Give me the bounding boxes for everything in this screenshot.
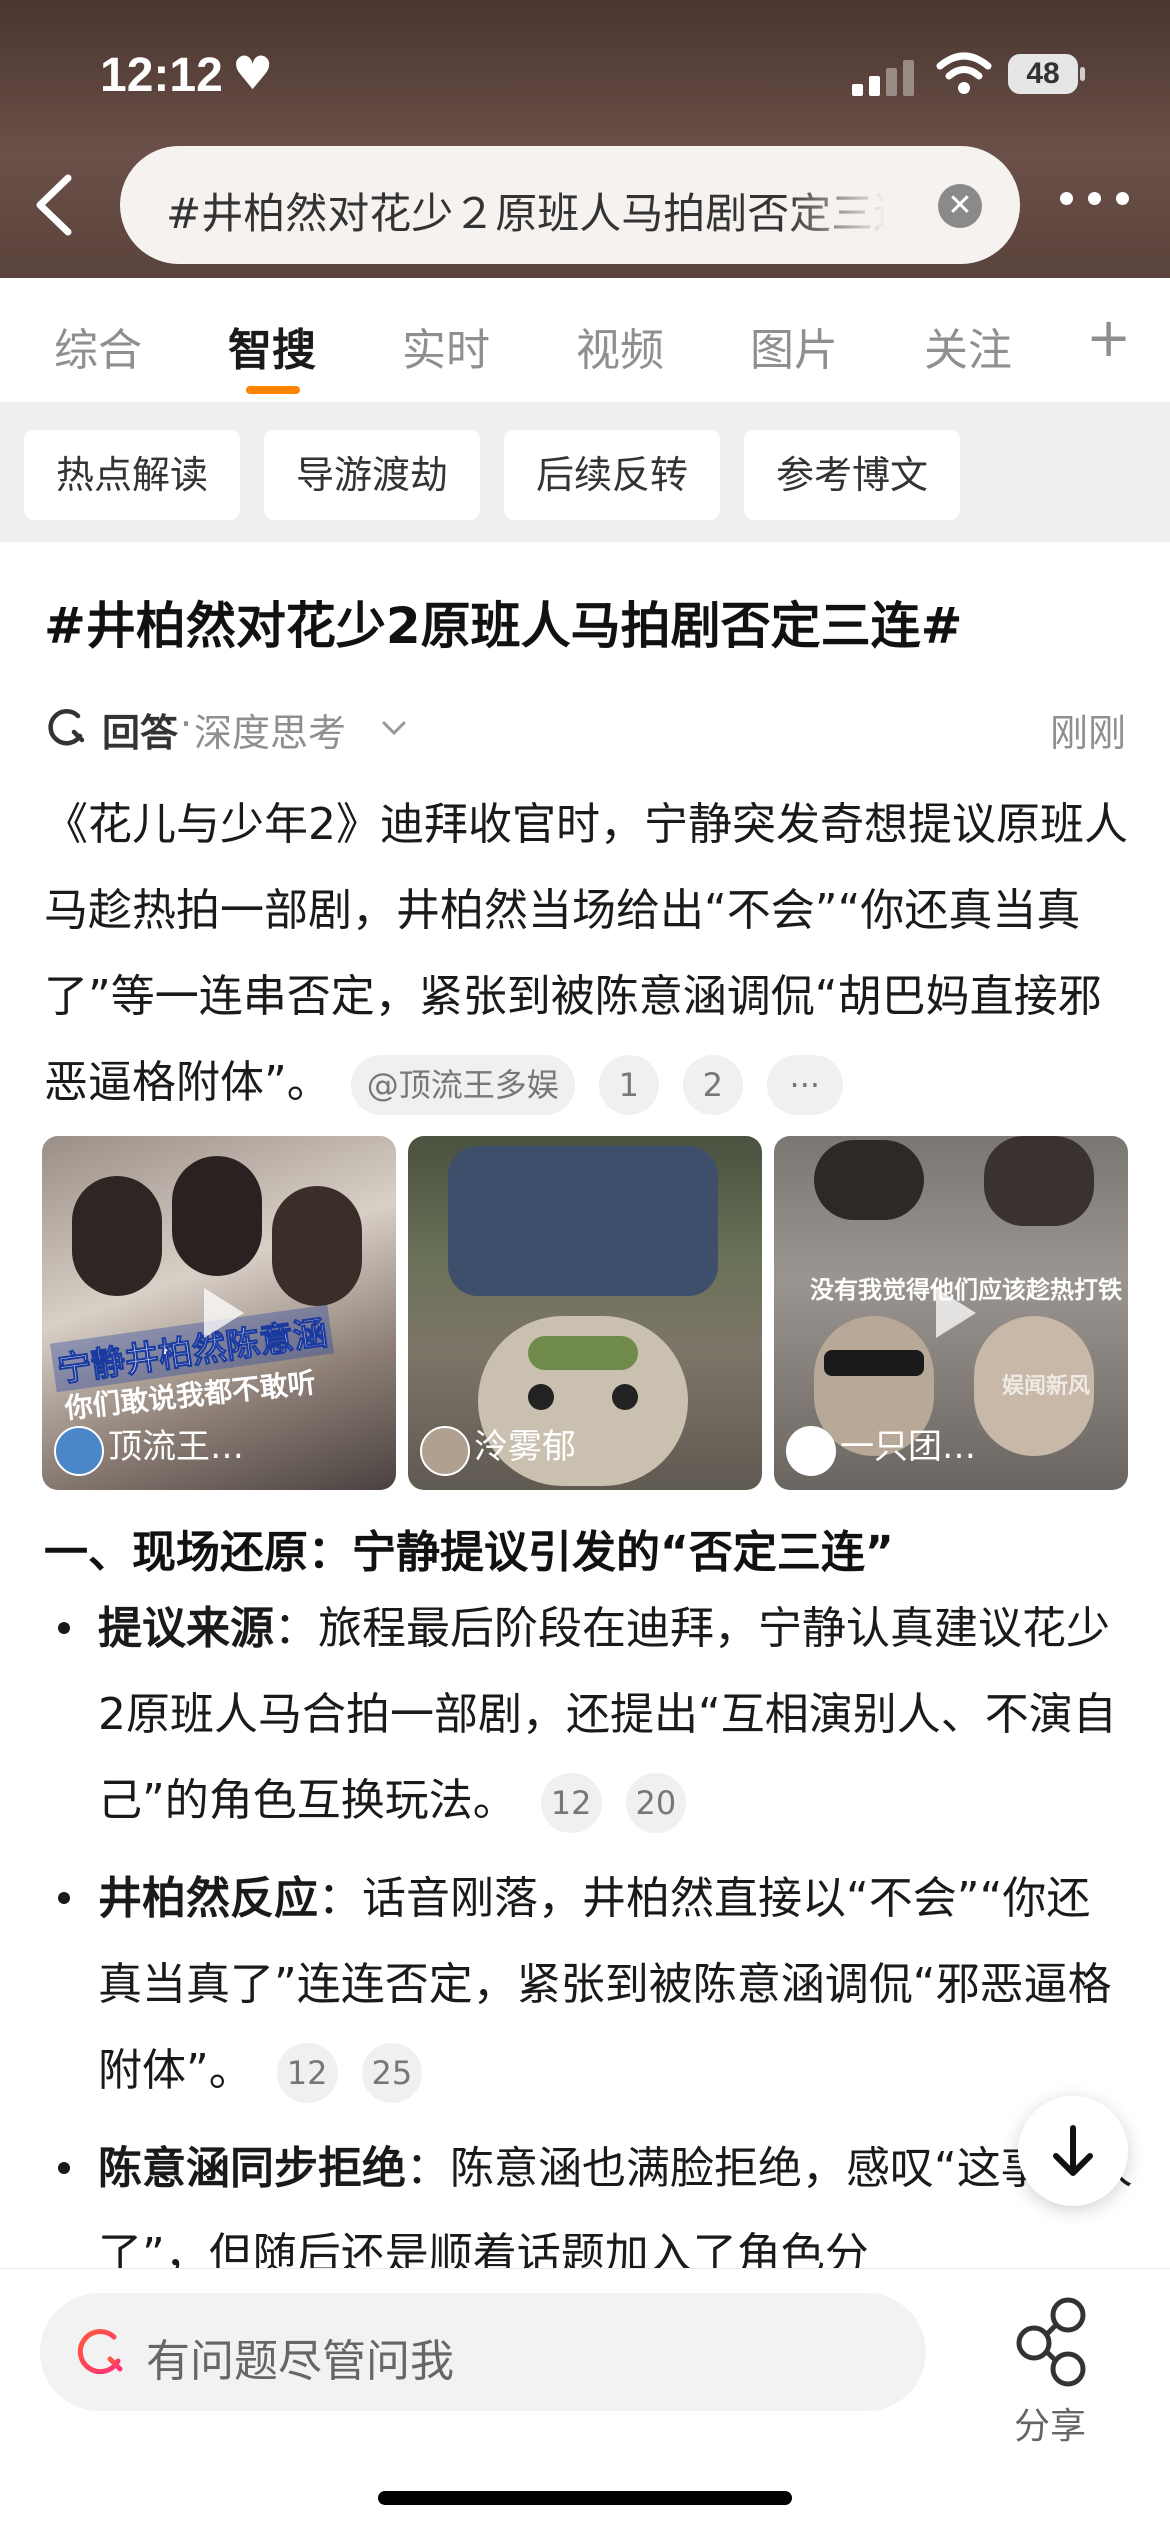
list-item: 井柏然反应：话音刚落，井柏然直接以“不会”“你还真当真了”连连否定，紧张到被陈意… bbox=[44, 1856, 1134, 2114]
home-indicator bbox=[378, 2491, 792, 2505]
share-icon bbox=[1016, 2297, 1086, 2387]
citation-ref[interactable]: 25 bbox=[361, 2043, 423, 2103]
chevron-down-icon[interactable] bbox=[378, 712, 410, 744]
search-input[interactable]: #井柏然对花少２原班人马拍剧否定三连# bbox=[166, 180, 886, 232]
more-options-icon[interactable] bbox=[1060, 178, 1132, 218]
share-label: 分享 bbox=[1014, 2406, 1087, 2447]
video-thumbnail[interactable]: 没有我觉得他们应该趁热打铁 娱闻新风 一只团… bbox=[774, 1136, 1128, 1490]
deep-thinking-toggle[interactable]: 深度思考 bbox=[194, 702, 346, 757]
add-tab-icon[interactable]: + bbox=[1086, 306, 1131, 369]
video-thumbnail[interactable]: 宁静井柏然陈意涵 你们敢说我都不敢听 顶流王… bbox=[42, 1136, 396, 1490]
image-thumbnail[interactable]: 泠雾郁 bbox=[408, 1136, 762, 1490]
meta-separator: · bbox=[180, 702, 193, 746]
tab-following[interactable]: 关注 bbox=[924, 314, 1012, 378]
page-title: #井柏然对花少2原班人马拍剧否定三连# bbox=[44, 597, 963, 655]
share-button[interactable]: 分享 bbox=[996, 2293, 1106, 2447]
bullet-label: 陈意涵同步拒绝 bbox=[98, 2143, 406, 2194]
citation-ref[interactable]: 20 bbox=[625, 1773, 687, 1833]
intro-paragraph: 《花儿与少年2》迪拜收官时，宁静突发奇想提议原班人马趁热拍一部剧，井柏然当场给出… bbox=[44, 782, 1134, 1126]
battery-icon: 48 bbox=[1008, 54, 1085, 96]
bullet-label: 井柏然反应 bbox=[98, 1873, 318, 1924]
play-icon bbox=[204, 1288, 244, 1338]
answer-meta: 回答 · 深度思考 刚刚 bbox=[44, 698, 1126, 758]
heart-icon: ♥ bbox=[232, 46, 274, 100]
thumbnail-author: 一只团… bbox=[840, 1427, 976, 1467]
bullet-label: 提议来源 bbox=[98, 1603, 274, 1654]
search-tabs: 综合 智搜 实时 视频 图片 关注 + bbox=[0, 278, 1170, 402]
intro-text: 《花儿与少年2》迪拜收官时，宁静突发奇想提议原班人马趁热拍一部剧，井柏然当场给出… bbox=[44, 799, 1128, 1108]
avatar bbox=[420, 1426, 470, 1476]
arrow-down-icon bbox=[1053, 2125, 1093, 2176]
list-item: 陈意涵同步拒绝：陈意涵也满脸拒绝，感叹“这事吓人了”，但随后还是顺着话题加入了角… bbox=[44, 2126, 1134, 2268]
citation-ref[interactable]: 12 bbox=[276, 2043, 338, 2103]
status-time: 12:12 bbox=[100, 49, 223, 102]
bullet-dot bbox=[58, 1892, 70, 1904]
avatar bbox=[786, 1426, 836, 1476]
citation-ref[interactable]: 1 bbox=[598, 1055, 659, 1115]
bullet-dot bbox=[58, 1622, 70, 1634]
tab-video[interactable]: 视频 bbox=[576, 314, 664, 378]
cellular-signal-icon bbox=[852, 60, 914, 96]
tab-realtime[interactable]: 实时 bbox=[402, 314, 490, 378]
more-refs-button[interactable]: ··· bbox=[766, 1055, 843, 1115]
search-bar[interactable]: #井柏然对花少２原班人马拍剧否定三连# ✕ bbox=[120, 146, 1020, 264]
source-tag[interactable]: @顶流王多娱 bbox=[350, 1055, 575, 1115]
ask-placeholder: 有问题尽管问我 bbox=[146, 2336, 454, 2387]
thumbnail-author: 顶流王… bbox=[108, 1427, 244, 1467]
media-thumbnails: 宁静井柏然陈意涵 你们敢说我都不敢听 顶流王… 泠雾郁 没有我觉得他们应该趁热打… bbox=[42, 1136, 1128, 1490]
battery-level: 48 bbox=[1008, 54, 1078, 94]
chip-follow-up[interactable]: 后续反转 bbox=[504, 430, 720, 520]
ai-answer-icon bbox=[48, 709, 85, 746]
ai-search-icon bbox=[77, 2329, 123, 2375]
answer-content: #井柏然对花少2原班人马拍剧否定三连# 回答 · 深度思考 刚刚 《花儿与少年2… bbox=[0, 542, 1170, 2268]
topic-chips: 热点解读 导游渡劫 后续反转 参考博文 bbox=[0, 402, 1170, 542]
thumbnail-author: 泠雾郁 bbox=[474, 1427, 576, 1467]
bullet-dot bbox=[58, 2162, 70, 2174]
play-icon bbox=[936, 1288, 976, 1338]
tab-images[interactable]: 图片 bbox=[750, 314, 838, 378]
back-icon[interactable] bbox=[28, 170, 88, 240]
chip-guide[interactable]: 导游渡劫 bbox=[264, 430, 480, 520]
list-item: 提议来源：旅程最后阶段在迪拜，宁静认真建议花少2原班人马合拍一部剧，还提出“互相… bbox=[44, 1586, 1134, 1844]
bottom-bar: 有问题尽管问我 分享 bbox=[0, 2268, 1170, 2533]
status-bar: 12:12 ♥ 48 bbox=[0, 40, 1170, 110]
section-heading: 一、现场还原：宁静提议引发的“否定三连” bbox=[44, 1527, 894, 1578]
citation-ref[interactable]: 12 bbox=[540, 1773, 602, 1833]
chip-hot-interpretation[interactable]: 热点解读 bbox=[24, 430, 240, 520]
wifi-icon bbox=[936, 52, 992, 94]
scroll-down-button[interactable] bbox=[1018, 2096, 1128, 2206]
chip-reference-posts[interactable]: 参考博文 bbox=[744, 430, 960, 520]
ask-input[interactable]: 有问题尽管问我 bbox=[40, 2293, 926, 2411]
bullet-colon: ： bbox=[318, 1873, 362, 1924]
watermark-text: 娱闻新风 bbox=[1002, 1374, 1091, 1399]
tab-comprehensive[interactable]: 综合 bbox=[54, 314, 142, 378]
tab-smart-search[interactable]: 智搜 bbox=[228, 314, 316, 378]
answer-time: 刚刚 bbox=[1049, 711, 1126, 755]
bullet-colon: ： bbox=[274, 1603, 318, 1654]
avatar bbox=[54, 1426, 104, 1476]
active-tab-indicator bbox=[246, 386, 300, 394]
citation-ref[interactable]: 2 bbox=[682, 1055, 743, 1115]
clear-search-icon[interactable]: ✕ bbox=[938, 184, 982, 228]
bullet-colon: ： bbox=[406, 2143, 450, 2194]
answer-label: 回答 bbox=[102, 711, 179, 755]
top-header: 12:12 ♥ 48 #井柏然对花少２原班人马拍剧否定三连# ✕ bbox=[0, 0, 1170, 278]
